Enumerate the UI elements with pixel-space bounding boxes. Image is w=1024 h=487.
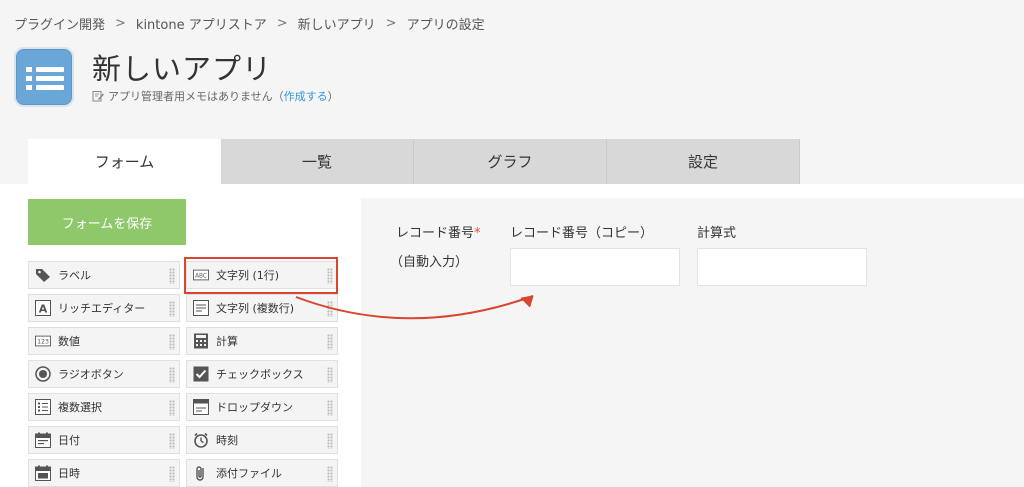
drag-handle-icon xyxy=(169,334,175,350)
datetime-icon xyxy=(35,465,51,481)
tab-settings[interactable]: 設定 xyxy=(607,139,800,184)
palette-item-text: 数値 xyxy=(58,335,80,348)
page-title: 新しいアプリ xyxy=(92,52,273,86)
palette-item-text: 日時 xyxy=(58,467,80,480)
create-memo-link[interactable]: 作成する xyxy=(284,88,328,104)
calc-field-label: 計算式 xyxy=(697,226,737,241)
palette-item-text: 計算 xyxy=(216,335,238,348)
svg-text:ABC: ABC xyxy=(195,274,207,280)
drag-handle-icon xyxy=(169,268,175,284)
palette-item-text: ドロップダウン xyxy=(216,401,293,414)
palette-item-label[interactable]: ラベル xyxy=(28,261,180,289)
auto-input-note: （自動入力） xyxy=(390,255,469,270)
palette-item-text: 文字列 (複数行) xyxy=(216,302,295,315)
palette-item-text: 日付 xyxy=(58,434,80,447)
drag-handle-icon xyxy=(327,301,333,317)
record-number-label: レコード番号* xyxy=(396,226,481,241)
palette-item-time[interactable]: 時刻 xyxy=(186,426,338,454)
palette-item-number[interactable]: 123 数値 xyxy=(28,327,180,355)
breadcrumb-item-app-settings: アプリの設定 xyxy=(406,18,485,33)
palette-item-checkbox[interactable]: チェックボックス xyxy=(186,360,338,388)
drag-handle-icon xyxy=(169,367,175,383)
drag-handle-icon xyxy=(327,367,333,383)
calendar-icon xyxy=(35,432,51,448)
breadcrumb-separator: > xyxy=(276,16,288,31)
memo-close-paren: ） xyxy=(327,90,339,103)
app-icon xyxy=(14,47,74,107)
palette-item-text: 文字列 (1行) xyxy=(216,269,280,282)
multiline-icon xyxy=(193,300,209,316)
palette-item-text-multi[interactable]: 文字列 (複数行) xyxy=(186,294,338,322)
memo-text: アプリ管理者用メモはありません（ xyxy=(108,90,284,103)
palette-item-text-single[interactable]: ABC 文字列 (1行) xyxy=(186,261,338,289)
drag-handle-icon xyxy=(327,400,333,416)
palette-item-text: リッチエディター xyxy=(58,302,146,315)
drag-handle-icon xyxy=(327,466,333,482)
checkbox-icon xyxy=(193,366,209,382)
drag-handle-icon xyxy=(169,466,175,482)
rich-editor-icon: A xyxy=(35,300,51,316)
drag-handle-icon xyxy=(327,268,333,284)
radio-icon xyxy=(35,366,51,382)
drag-handle-icon xyxy=(169,433,175,449)
svg-text:A: A xyxy=(39,303,48,316)
settings-tabs: フォーム 一覧 グラフ 設定 xyxy=(28,139,800,184)
abc-icon: ABC xyxy=(193,267,209,283)
copy-field-label: レコード番号（コピー） xyxy=(510,226,654,241)
palette-item-datetime[interactable]: 日時 xyxy=(28,459,180,487)
drag-handle-icon xyxy=(169,301,175,317)
app-memo: アプリ管理者用メモはありません（ 作成する） xyxy=(92,88,339,104)
palette-item-text: 複数選択 xyxy=(58,401,102,414)
palette-item-calc[interactable]: 計算 xyxy=(186,327,338,355)
breadcrumb-item-plugin-dev[interactable]: プラグイン開発 xyxy=(14,14,105,33)
form-layout-canvas xyxy=(361,198,1024,487)
drag-handle-icon xyxy=(327,334,333,350)
drag-handle-icon xyxy=(327,433,333,449)
required-mark: * xyxy=(474,226,481,241)
breadcrumb: プラグイン開発 > kintone アプリストア > 新しいアプリ > アプリの… xyxy=(14,14,485,33)
calc-field-input[interactable] xyxy=(697,248,867,286)
tab-form[interactable]: フォーム xyxy=(28,139,221,184)
tag-icon xyxy=(35,267,51,283)
breadcrumb-item-app[interactable]: 新しいアプリ xyxy=(298,14,376,33)
tab-list[interactable]: 一覧 xyxy=(221,139,414,184)
calculator-icon xyxy=(193,333,209,349)
drag-handle-icon xyxy=(169,400,175,416)
multi-select-icon xyxy=(35,399,51,415)
tab-graph[interactable]: グラフ xyxy=(414,139,607,184)
palette-item-date[interactable]: 日付 xyxy=(28,426,180,454)
palette-item-rich-editor[interactable]: A リッチエディター xyxy=(28,294,180,322)
breadcrumb-separator: > xyxy=(115,16,126,31)
palette-item-multi-select[interactable]: 複数選択 xyxy=(28,393,180,421)
breadcrumb-separator: > xyxy=(385,16,397,31)
dropdown-icon xyxy=(193,399,209,415)
breadcrumb-item-appstore[interactable]: kintone アプリストア xyxy=(136,14,267,33)
save-form-button[interactable]: フォームを保存 xyxy=(28,199,186,245)
memo-edit-icon xyxy=(92,91,104,102)
palette-item-text: チェックボックス xyxy=(216,368,304,381)
palette-item-text: 添付ファイル xyxy=(216,467,282,480)
paperclip-icon xyxy=(193,465,209,481)
palette-item-text: ラベル xyxy=(58,269,91,282)
copy-field-input[interactable] xyxy=(510,248,680,286)
palette-item-radio[interactable]: ラジオボタン xyxy=(28,360,180,388)
number-icon: 123 xyxy=(35,333,51,349)
palette-item-attachment[interactable]: 添付ファイル xyxy=(186,459,338,487)
palette-item-text: 時刻 xyxy=(216,434,238,447)
svg-text:123: 123 xyxy=(37,339,49,346)
clock-icon xyxy=(193,432,209,448)
palette-item-dropdown[interactable]: ドロップダウン xyxy=(186,393,338,421)
palette-item-text: ラジオボタン xyxy=(58,368,124,381)
